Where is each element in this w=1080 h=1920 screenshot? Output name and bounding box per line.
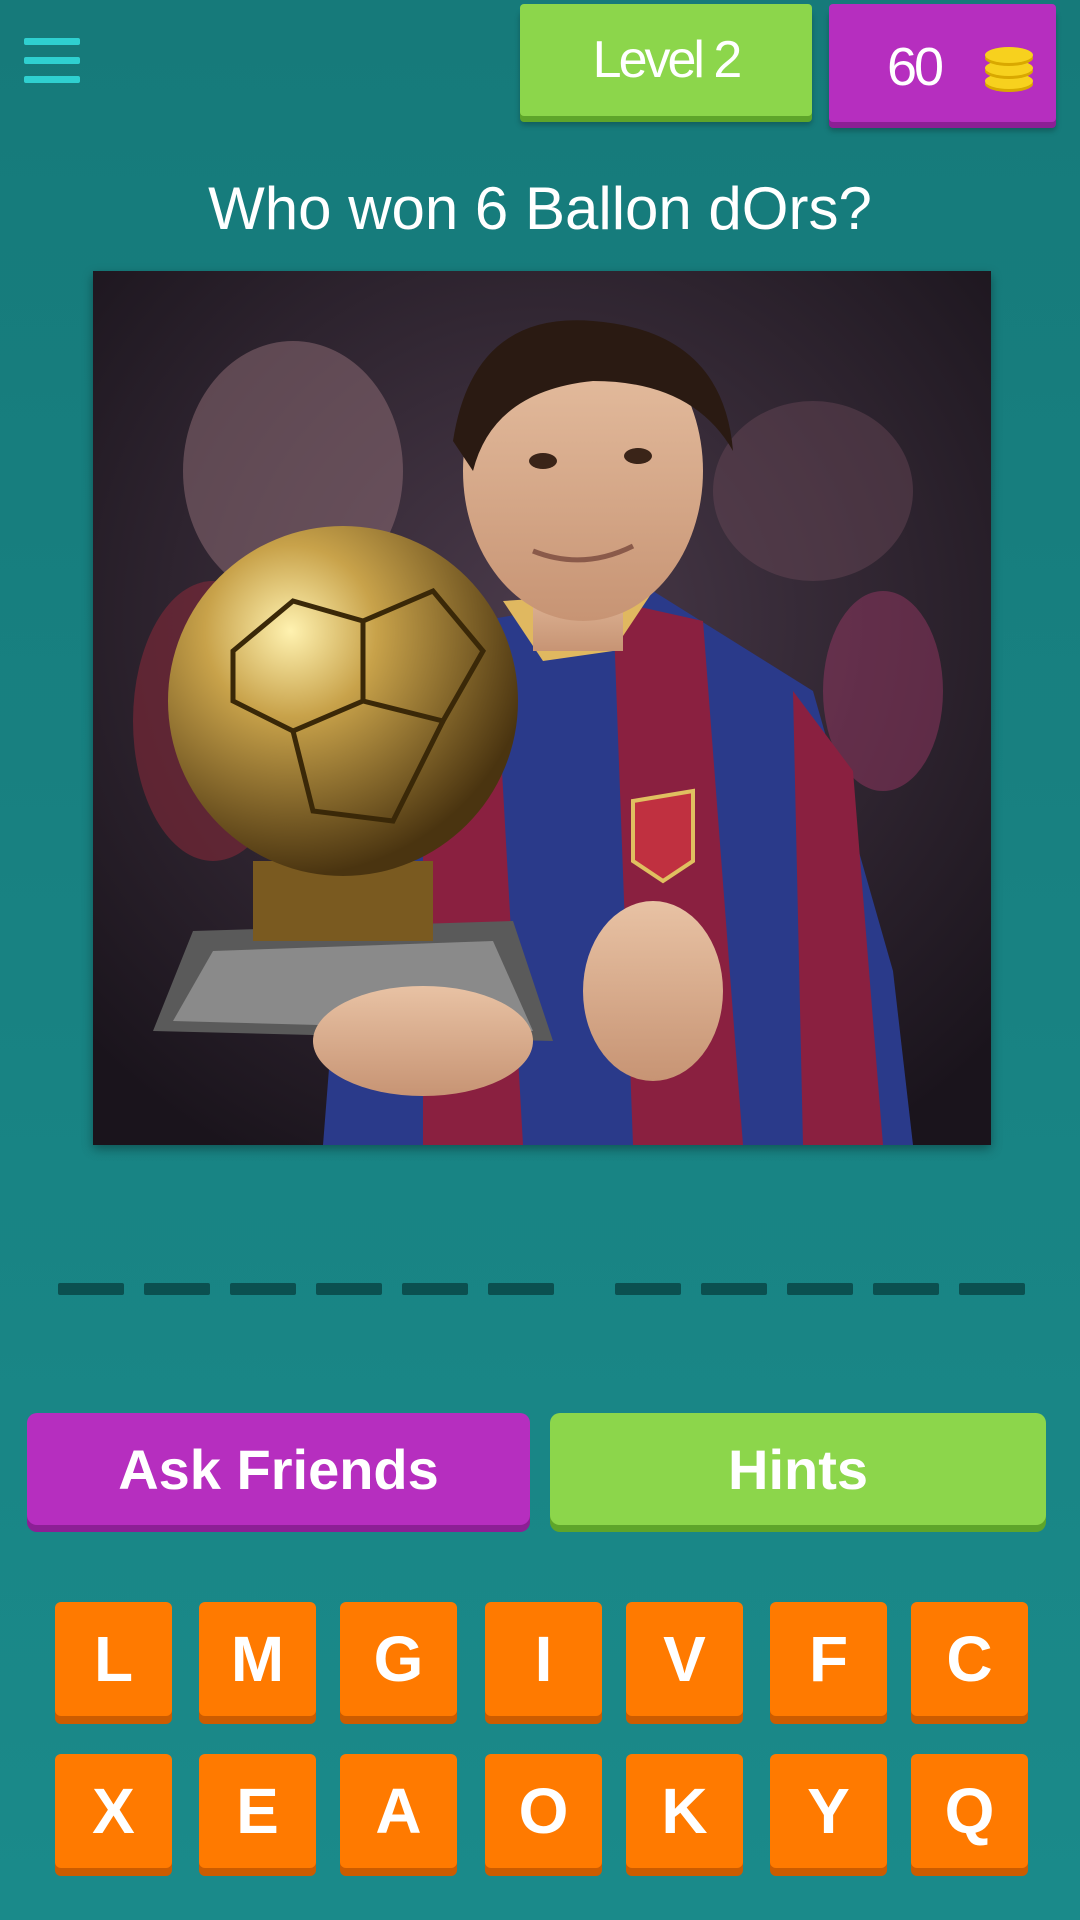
coins-count: 60 — [887, 37, 944, 97]
answer-slot[interactable] — [701, 1283, 767, 1295]
letter-key[interactable]: Y — [770, 1754, 887, 1868]
letter-key[interactable]: K — [626, 1754, 743, 1868]
letter-key[interactable]: O — [485, 1754, 602, 1868]
menu-bar — [24, 76, 80, 83]
hints-button[interactable]: Hints — [550, 1413, 1046, 1525]
letter-key[interactable]: M — [199, 1602, 316, 1716]
menu-bar — [24, 38, 80, 45]
answer-slot[interactable] — [959, 1283, 1025, 1295]
level-label: Level 2 — [592, 31, 743, 89]
menu-button[interactable] — [20, 34, 84, 88]
letter-key[interactable]: V — [626, 1602, 743, 1716]
answer-slot[interactable] — [316, 1283, 382, 1295]
coins-button[interactable]: 60 — [829, 4, 1056, 122]
level-badge: Level 2 — [520, 4, 812, 116]
letter-key[interactable]: Q — [911, 1754, 1028, 1868]
answer-slot[interactable] — [144, 1283, 210, 1295]
letter-key[interactable]: F — [770, 1602, 887, 1716]
answer-slots — [0, 1283, 1080, 1297]
answer-slot[interactable] — [488, 1283, 554, 1295]
menu-bar — [24, 57, 80, 64]
letter-key[interactable]: X — [55, 1754, 172, 1868]
ask-friends-button[interactable]: Ask Friends — [27, 1413, 530, 1525]
letter-key[interactable]: E — [199, 1754, 316, 1868]
coin-stack-icon — [985, 47, 1033, 92]
letter-key[interactable]: G — [340, 1602, 457, 1716]
question-photo — [93, 271, 991, 1145]
letter-key[interactable]: I — [485, 1602, 602, 1716]
letter-key[interactable]: C — [911, 1602, 1028, 1716]
letter-key[interactable]: L — [55, 1602, 172, 1716]
answer-slot[interactable] — [873, 1283, 939, 1295]
player-with-trophy-illustration — [93, 271, 991, 1145]
answer-slot[interactable] — [58, 1283, 124, 1295]
answer-slot[interactable] — [787, 1283, 853, 1295]
answer-slot[interactable] — [402, 1283, 468, 1295]
answer-slot[interactable] — [615, 1283, 681, 1295]
letter-key[interactable]: A — [340, 1754, 457, 1868]
question-text: Who won 6 Ballon dOrs? — [208, 175, 872, 242]
answer-slot[interactable] — [230, 1283, 296, 1295]
